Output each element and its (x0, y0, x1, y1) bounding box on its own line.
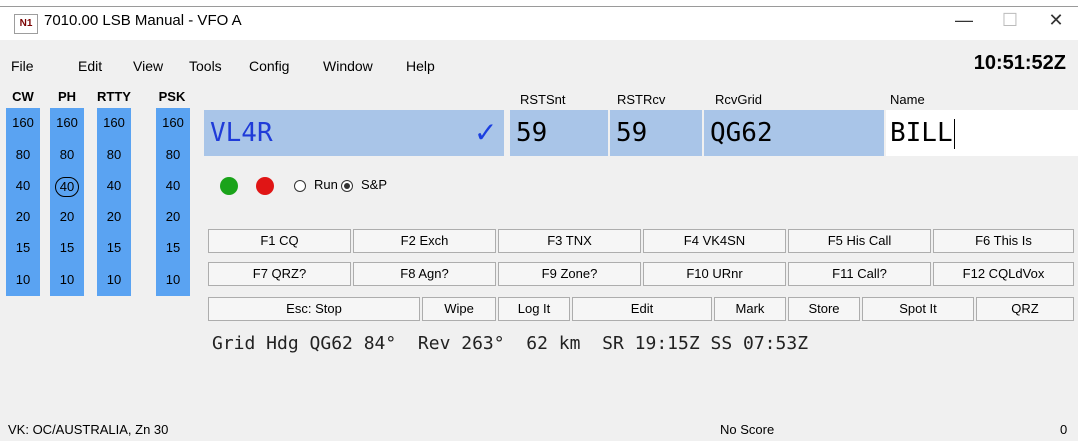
band-ph-40-selected[interactable]: 40 (55, 177, 79, 197)
band-header-psk: PSK (158, 89, 186, 104)
band-ph-10[interactable]: 10 (50, 269, 84, 291)
rst-rcv-field[interactable]: 59 (610, 110, 702, 156)
app-icon: N1 (14, 14, 38, 34)
band-psk-40[interactable]: 40 (156, 175, 190, 197)
band-rtty-40[interactable]: 40 (97, 175, 131, 197)
band-cw-160[interactable]: 160 (6, 112, 40, 134)
rst-sent-label: RSTSnt (520, 92, 566, 107)
sp-radio-label: S&P (361, 177, 388, 192)
name-field[interactable]: BILL (886, 110, 1078, 156)
band-header-rtty: RTTY (97, 89, 131, 104)
mark-button[interactable]: Mark (714, 297, 786, 321)
band-column-rtty: 160 80 40 20 15 10 (97, 108, 131, 296)
rst-rcv-label: RSTRcv (617, 92, 666, 107)
rst-sent-field[interactable]: 59 (510, 110, 608, 156)
band-cw-20[interactable]: 20 (6, 206, 40, 228)
grid-heading-info: Grid Hdg QG62 84° Rev 263° 62 km SR 19:1… (212, 333, 809, 354)
sp-radio[interactable] (341, 180, 353, 192)
rcv-grid-label: RcvGrid (715, 92, 762, 107)
status-country: VK: OC/AUSTRALIA, Zn 30 (8, 422, 169, 437)
band-rtty-80[interactable]: 80 (97, 144, 131, 166)
esc-stop-button[interactable]: Esc: Stop (208, 297, 420, 321)
band-psk-15[interactable]: 15 (156, 237, 190, 259)
band-ph-15[interactable]: 15 (50, 237, 84, 259)
band-rtty-15[interactable]: 15 (97, 237, 131, 259)
qrz-button[interactable]: QRZ (976, 297, 1074, 321)
f10-button[interactable]: F10 URnr (643, 262, 786, 286)
band-rtty-10[interactable]: 10 (97, 269, 131, 291)
f9-button[interactable]: F9 Zone? (498, 262, 641, 286)
wipe-button[interactable]: Wipe (422, 297, 496, 321)
log-it-button[interactable]: Log It (498, 297, 570, 321)
check-icon: ✓ (474, 117, 498, 148)
band-ph-40-cell: 40 (50, 175, 84, 197)
band-ph-160[interactable]: 160 (50, 112, 84, 134)
band-column-cw: 160 80 40 20 15 10 (6, 108, 40, 296)
text-caret (953, 118, 955, 149)
band-cw-15[interactable]: 15 (6, 237, 40, 259)
band-ph-80[interactable]: 80 (50, 144, 84, 166)
band-column-psk: 160 80 40 20 15 10 (156, 108, 190, 296)
window-title: 7010.00 LSB Manual - VFO A (44, 12, 242, 29)
f6-button[interactable]: F6 This Is (933, 229, 1074, 253)
maximize-button[interactable]: ☐ (987, 0, 1033, 40)
window-top-border (0, 6, 1078, 7)
close-button[interactable]: ✕ (1033, 0, 1078, 40)
f12-button[interactable]: F12 CQLdVox (933, 262, 1074, 286)
band-header-cw: CW (12, 89, 34, 104)
rcv-grid-field[interactable]: QG62 (704, 110, 884, 156)
band-psk-20[interactable]: 20 (156, 206, 190, 228)
band-ph-20[interactable]: 20 (50, 206, 84, 228)
f4-button[interactable]: F4 VK4SN (643, 229, 786, 253)
menu-edit[interactable]: Edit (78, 58, 102, 74)
minimize-button[interactable]: — (941, 0, 987, 40)
run-radio[interactable] (294, 180, 306, 192)
status-score: No Score (720, 422, 775, 437)
green-status-dot (220, 177, 238, 195)
f5-button[interactable]: F5 His Call (788, 229, 931, 253)
store-button[interactable]: Store (788, 297, 860, 321)
spot-it-button[interactable]: Spot It (862, 297, 974, 321)
name-label: Name (890, 92, 925, 107)
band-psk-160[interactable]: 160 (156, 112, 190, 134)
status-count: 0 (1060, 422, 1068, 437)
red-status-dot (256, 177, 274, 195)
run-radio-label: Run (314, 177, 338, 192)
f8-button[interactable]: F8 Agn? (353, 262, 496, 286)
band-cw-10[interactable]: 10 (6, 269, 40, 291)
band-column-ph: 160 80 40 20 15 10 (50, 108, 84, 296)
edit-button[interactable]: Edit (572, 297, 712, 321)
f7-button[interactable]: F7 QRZ? (208, 262, 351, 286)
f11-button[interactable]: F11 Call? (788, 262, 931, 286)
callsign-field[interactable]: VL4R (204, 110, 504, 156)
band-psk-80[interactable]: 80 (156, 144, 190, 166)
menu-tools[interactable]: Tools (189, 58, 222, 74)
f1-button[interactable]: F1 CQ (208, 229, 351, 253)
f2-button[interactable]: F2 Exch (353, 229, 496, 253)
band-rtty-20[interactable]: 20 (97, 206, 131, 228)
band-cw-80[interactable]: 80 (6, 144, 40, 166)
menu-view[interactable]: View (133, 58, 163, 74)
menu-file[interactable]: File (11, 58, 34, 74)
f3-button[interactable]: F3 TNX (498, 229, 641, 253)
band-rtty-160[interactable]: 160 (97, 112, 131, 134)
band-cw-40[interactable]: 40 (6, 175, 40, 197)
menu-config[interactable]: Config (249, 58, 289, 74)
menu-help[interactable]: Help (406, 58, 435, 74)
band-psk-10[interactable]: 10 (156, 269, 190, 291)
band-header-ph: PH (57, 89, 77, 104)
menu-window[interactable]: Window (323, 58, 373, 74)
sp-radio-dot (344, 183, 350, 189)
name-value: BILL (890, 118, 953, 148)
utc-clock: 10:51:52Z (973, 52, 1066, 74)
